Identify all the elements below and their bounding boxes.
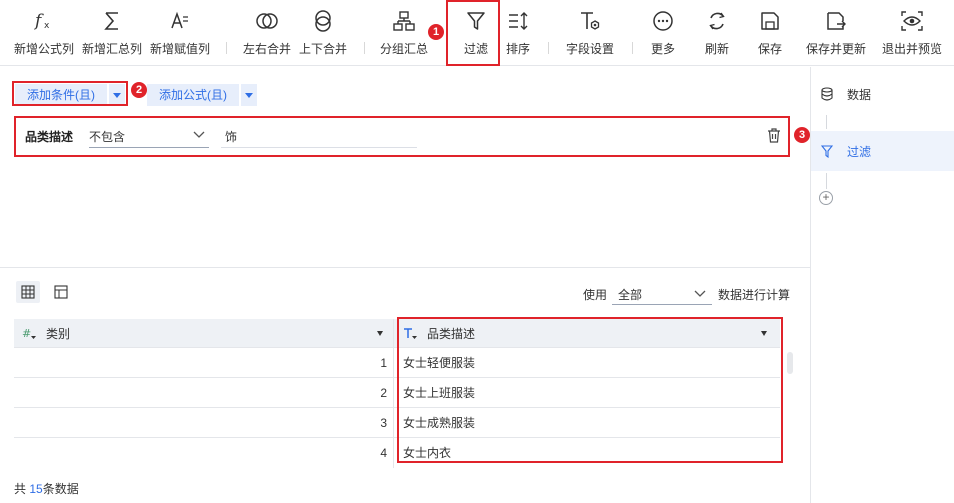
add-formula-dropdown[interactable] [241, 84, 257, 106]
add-assign-column-button[interactable]: 新增赋值列 [148, 8, 212, 60]
toolbar-label: 更多 [650, 42, 675, 56]
toolbar-label: 排序 [505, 42, 530, 56]
add-condition-highlight-box [12, 81, 128, 106]
toolbar-label: 新增汇总列 [81, 42, 142, 56]
filter-icon [819, 144, 835, 158]
table-scrollbar[interactable] [787, 352, 793, 374]
layout-view-button[interactable] [49, 281, 73, 303]
row-count-footer: 共 15条数据 [14, 480, 79, 497]
toolbar-label: 刷新 [704, 42, 729, 56]
group-icon [392, 8, 416, 34]
table-view-button[interactable] [16, 281, 40, 303]
exit-preview-icon [900, 8, 924, 34]
chevron-down-icon [694, 290, 706, 297]
calc-scope-value: 全部 [618, 288, 643, 302]
use-label: 使用 [583, 288, 608, 302]
refresh-icon [706, 8, 728, 34]
layout-icon [54, 285, 68, 299]
filter-highlight-box [446, 0, 500, 66]
merge-up-down-button[interactable]: 上下合并 [296, 8, 350, 60]
row-count: 15 [29, 482, 43, 496]
grid-icon [21, 285, 35, 299]
merge-lr-icon [254, 8, 280, 34]
cell-category: 2 [14, 378, 394, 408]
caret-down-icon [245, 92, 253, 98]
toolbar-label: 新增赋值列 [149, 42, 210, 56]
toolbar-divider [548, 42, 549, 54]
sort-icon [506, 8, 530, 34]
column-highlight-box [397, 317, 783, 463]
number-type-icon: # [22, 327, 36, 340]
add-summary-column-button[interactable]: 新增汇总列 [80, 8, 144, 60]
toolbar-divider [632, 42, 633, 54]
save-button[interactable]: 保存 [753, 8, 787, 60]
formula-icon: fx [32, 8, 56, 34]
save-update-icon [825, 8, 847, 34]
section-divider [0, 267, 810, 268]
add-step-button[interactable]: + [819, 191, 833, 205]
add-formula-split-button: 添加公式(且) [147, 84, 257, 106]
condition-highlight-box [14, 116, 790, 157]
step-filter[interactable]: 过滤 [811, 131, 954, 171]
column-header-category[interactable]: # 类别 [14, 319, 394, 348]
toolbar-label: 退出并预览 [881, 42, 942, 56]
assign-icon [169, 8, 191, 34]
database-icon [819, 87, 835, 101]
add-formula-column-button[interactable]: fx 新增公式列 [12, 8, 76, 60]
merge-left-right-button[interactable]: 左右合并 [240, 8, 294, 60]
cell-category: 4 [14, 438, 394, 468]
column-name: 类别 [46, 327, 71, 341]
group-summary-button[interactable]: 分组汇总 [377, 8, 431, 60]
field-settings-icon [578, 8, 602, 34]
annotation-badge-1: 1 [428, 24, 444, 40]
sort-button[interactable]: 排序 [502, 8, 534, 60]
footer-prefix: 共 [14, 482, 27, 496]
save-and-update-button[interactable]: 保存并更新 [804, 8, 868, 60]
step-label: 数据 [847, 87, 872, 102]
toolbar-label: 保存 [757, 42, 782, 56]
toolbar-divider [226, 42, 227, 54]
calc-scope-select[interactable]: 全部 [612, 281, 712, 305]
toolbar-label: 保存并更新 [805, 42, 866, 56]
step-connector [826, 115, 827, 129]
exit-and-preview-button[interactable]: 退出并预览 [880, 8, 944, 60]
step-label: 过滤 [847, 144, 872, 159]
toolbar-label: 上下合并 [298, 42, 347, 56]
more-icon [652, 8, 674, 34]
toolbar-divider [364, 42, 365, 54]
step-connector [826, 173, 827, 189]
svg-text:#: # [22, 327, 31, 340]
field-settings-button[interactable]: 字段设置 [562, 8, 618, 60]
merge-ud-icon [312, 8, 334, 34]
step-data[interactable]: 数据 [811, 74, 954, 114]
svg-text:f: f [33, 11, 44, 31]
toolbar-label: 左右合并 [242, 42, 291, 56]
column-menu-caret-icon[interactable] [377, 331, 383, 336]
sum-icon [102, 8, 122, 34]
annotation-badge-2: 2 [131, 82, 147, 98]
step-panel: 数据 过滤 + [810, 67, 954, 503]
save-icon [759, 8, 781, 34]
svg-text:x: x [44, 21, 50, 31]
add-formula-button[interactable]: 添加公式(且) [147, 84, 239, 106]
annotation-badge-3: 3 [794, 127, 810, 143]
toolbar-label: 字段设置 [565, 42, 614, 56]
toolbar-label: 新增公式列 [13, 42, 74, 56]
footer-suffix: 条数据 [42, 482, 79, 496]
toolbar-label: 分组汇总 [379, 42, 428, 56]
refresh-button[interactable]: 刷新 [700, 8, 734, 60]
more-button[interactable]: 更多 [646, 8, 680, 60]
cell-category: 1 [14, 348, 394, 378]
cell-category: 3 [14, 408, 394, 438]
calc-suffix-label: 数据进行计算 [718, 288, 791, 302]
